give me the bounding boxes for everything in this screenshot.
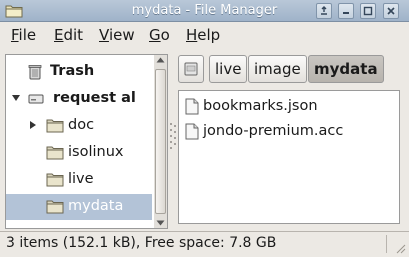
trash-icon: [28, 65, 42, 80]
folder-icon: [46, 173, 64, 187]
menu-help-label: elp: [197, 26, 221, 44]
scrollbar-thumb[interactable]: [155, 69, 166, 214]
status-bar: 3 items (152.1 kB), Free space: 7.8 GB: [0, 231, 409, 257]
maximize-icon: [363, 6, 373, 16]
maximize-button[interactable]: [360, 3, 376, 19]
menu-edit[interactable]: Edit: [54, 26, 83, 44]
sidebar-item-request-al[interactable]: request al: [6, 86, 152, 112]
scroll-up-arrow-icon[interactable]: [156, 57, 165, 63]
close-button[interactable]: [383, 3, 399, 19]
menu-go[interactable]: Go: [149, 26, 170, 44]
menu-file[interactable]: File: [11, 26, 36, 44]
path-button-live[interactable]: live: [209, 55, 248, 83]
minimize-button[interactable]: [338, 3, 354, 19]
menu-file-label: ile: [18, 26, 37, 44]
sidebar-scrollbar[interactable]: [154, 54, 168, 229]
sidebar-item-label: isolinux: [68, 144, 124, 160]
resize-grip-icon[interactable]: [394, 242, 406, 254]
file-list[interactable]: bookmarks.json jondo-premium.acc: [178, 90, 400, 224]
sidebar-item-label: live: [68, 171, 94, 187]
folder-icon: [46, 200, 64, 214]
document-icon: [185, 98, 199, 115]
status-text: 3 items (152.1 kB), Free space: 7.8 GB: [6, 235, 277, 251]
path-root-button[interactable]: [178, 55, 204, 83]
pin-icon: [321, 6, 327, 15]
minimize-icon: [343, 12, 349, 14]
close-icon: [387, 7, 395, 15]
menu-help[interactable]: Help: [186, 26, 220, 44]
menu-view-mnemonic: V: [99, 26, 109, 44]
document-icon: [185, 123, 199, 140]
file-name: bookmarks.json: [203, 98, 318, 114]
menu-go-mnemonic: G: [149, 26, 161, 44]
drive-icon: [184, 62, 198, 76]
scroll-down-arrow-icon[interactable]: [156, 220, 165, 226]
title-bar[interactable]: mydata - File Manager: [0, 0, 409, 22]
file-name: jondo-premium.acc: [203, 123, 344, 139]
pane-splitter-handle[interactable]: [168, 120, 178, 152]
folder-icon: [46, 146, 64, 160]
sidebar-item-mydata[interactable]: mydata: [6, 194, 152, 220]
menu-bar: File Edit View Go Help: [0, 22, 409, 48]
status-divider: [386, 235, 387, 253]
menu-edit-label: dit: [63, 26, 84, 44]
sidebar-item-label: request al: [53, 90, 136, 106]
sidebar-item-isolinux[interactable]: isolinux: [6, 140, 152, 166]
menu-file-mnemonic: F: [11, 26, 19, 44]
sidebar-item-trash[interactable]: Trash: [6, 59, 152, 85]
sidebar-item-label: mydata: [68, 198, 124, 214]
pin-button[interactable]: [316, 3, 332, 19]
sidebar-tree[interactable]: Trash request al doc isolinux live mydat…: [5, 54, 155, 229]
path-button-mydata[interactable]: mydata: [308, 55, 384, 83]
folder-icon: [46, 119, 64, 133]
menu-view-label: iew: [108, 26, 135, 44]
path-button-image[interactable]: image: [248, 55, 307, 83]
sidebar-item-doc[interactable]: doc: [6, 113, 152, 139]
expander-closed-icon[interactable]: [29, 120, 37, 130]
menu-help-mnemonic: H: [186, 26, 198, 44]
sidebar-item-label: doc: [68, 117, 95, 133]
menu-view[interactable]: View: [99, 26, 135, 44]
expander-open-icon[interactable]: [11, 94, 21, 102]
sidebar-item-label: Trash: [50, 63, 95, 79]
drive-icon: [28, 94, 44, 104]
menu-go-label: o: [160, 26, 170, 44]
sidebar-item-live[interactable]: live: [6, 167, 152, 193]
